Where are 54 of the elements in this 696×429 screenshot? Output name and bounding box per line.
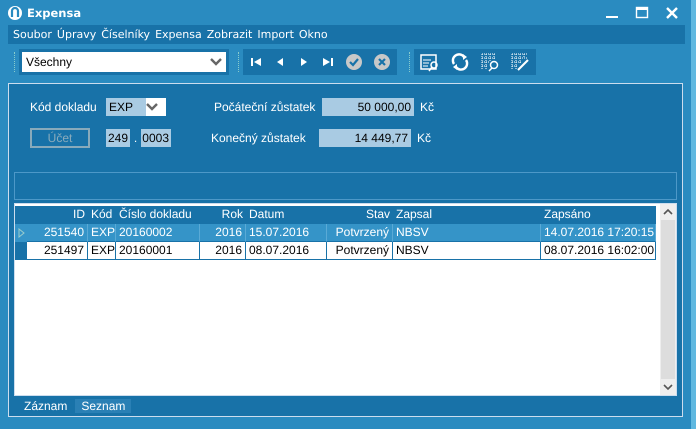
amount-field: 14 449,77 — [319, 129, 411, 147]
table-cell: 08.07.2016 — [246, 242, 327, 260]
field-label: Kód dokladu — [30, 100, 98, 114]
scroll-up-icon[interactable] — [663, 208, 673, 216]
account-field: 0003 — [141, 129, 171, 147]
close-icon[interactable] — [665, 6, 679, 20]
account-field: 249 — [106, 129, 130, 147]
refresh-icon[interactable] — [450, 52, 470, 72]
maximize-icon[interactable] — [635, 6, 649, 20]
window-title: Expensa — [27, 6, 82, 20]
scroll-down-icon[interactable] — [663, 383, 673, 391]
column-header[interactable]: Číslo dokladu — [116, 206, 200, 224]
menu-item[interactable]: Zobrazit — [206, 28, 252, 41]
table-cell: 2016 — [200, 242, 246, 260]
chevron-down-icon — [146, 103, 158, 111]
menu-item[interactable]: Expensa — [155, 28, 202, 41]
field-label: Konečný zůstatek — [211, 131, 307, 145]
column-header[interactable]: Kód — [88, 206, 116, 224]
table-cell: EXP — [88, 242, 116, 260]
currency-label: Kč — [417, 131, 432, 145]
table-cell: 20160001 — [116, 242, 200, 260]
app-logo-icon — [8, 6, 22, 20]
column-header[interactable]: ID — [27, 206, 88, 224]
menu-item[interactable]: Import — [257, 28, 294, 41]
menu-item[interactable]: Úpravy — [56, 28, 96, 41]
amount-field: 50 000,00 — [322, 98, 414, 116]
table-cell: 251497 — [27, 242, 88, 260]
column-header[interactable]: Rok — [200, 206, 246, 224]
menu-item[interactable]: Soubor — [13, 28, 52, 41]
tab[interactable]: Záznam — [18, 399, 74, 413]
form-search-icon[interactable] — [420, 52, 440, 72]
grid-search-icon[interactable] — [480, 52, 500, 72]
table-cell: Potvrzený — [327, 242, 393, 260]
row-pointer-icon — [18, 228, 24, 238]
table-cell: 08.07.2016 16:02:00 — [541, 242, 656, 260]
document-code-dropdown[interactable]: EXP — [106, 98, 166, 116]
last-record-icon[interactable] — [321, 55, 335, 69]
field-label: Počáteční zůstatek — [214, 100, 316, 114]
menu-item[interactable]: Číselníky — [101, 28, 150, 41]
table-cell: NBSV — [393, 242, 541, 260]
tab[interactable]: Seznam — [75, 399, 132, 413]
column-header[interactable]: Stav — [327, 206, 393, 224]
column-header[interactable]: Datum — [246, 206, 327, 224]
column-header[interactable]: Zapsáno — [541, 206, 656, 224]
menu-item[interactable]: Okno — [298, 28, 328, 41]
grid-edit-icon[interactable] — [510, 52, 530, 72]
currency-label: Kč — [420, 100, 434, 114]
separator-text: . — [132, 131, 138, 145]
column-header[interactable]: Zapsal — [393, 206, 541, 224]
table-row[interactable]: 251497 EXP 20160001 2016 08.07.2016 Potvrzený NBSV 08.07.2016 16:02:00 — [15, 242, 656, 260]
first-record-icon[interactable] — [249, 55, 263, 69]
table-row[interactable]: 251540 EXP 20160002 2016 15.07.2016 Potvrzený NBSV 14.07.2016 17:20:15 — [15, 224, 656, 242]
chevron-down-icon — [210, 58, 222, 66]
filter-dropdown[interactable]: Všechny — [19, 49, 229, 75]
